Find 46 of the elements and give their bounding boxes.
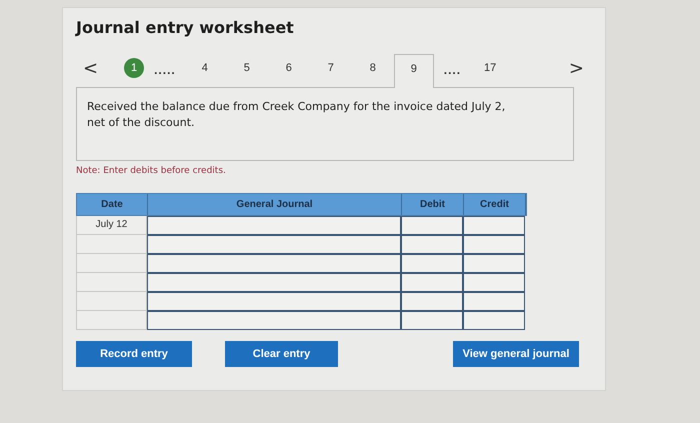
date-cell — [76, 273, 147, 292]
next-button[interactable]: > — [564, 58, 588, 79]
input-field[interactable] — [401, 235, 463, 254]
worksheet-title: Journal entry worksheet — [76, 18, 295, 39]
column-header: Debit — [402, 194, 464, 215]
input-field[interactable] — [401, 292, 463, 311]
ellipsis: ..... — [153, 63, 177, 79]
step-tab[interactable]: 4 — [184, 53, 226, 87]
step-tab[interactable]: 6 — [268, 53, 310, 87]
column-header: Date — [77, 194, 148, 215]
input-field[interactable] — [147, 254, 401, 273]
ellipsis: .... — [442, 63, 462, 79]
completed-step[interactable]: 1 — [124, 58, 144, 78]
input-field[interactable] — [147, 311, 401, 330]
action-button[interactable]: Clear entry — [225, 341, 338, 367]
date-cell — [76, 235, 147, 254]
step-tab[interactable]: 8 — [352, 53, 394, 87]
input-field[interactable] — [463, 235, 525, 254]
column-header: Credit — [464, 194, 526, 215]
column-header: General Journal — [148, 194, 402, 215]
date-cell — [76, 311, 147, 330]
step-tab[interactable]: 17 — [469, 53, 512, 87]
step-tab[interactable]: 9 — [394, 54, 434, 88]
description-text: Received the balance due from Creek Company for the invoice dated July 2, net of the discount. — [87, 99, 506, 131]
input-field[interactable] — [147, 273, 401, 292]
date-cell — [76, 254, 147, 273]
input-field[interactable] — [401, 311, 463, 330]
input-field[interactable] — [401, 273, 463, 292]
input-field[interactable] — [463, 273, 525, 292]
input-field[interactable] — [147, 292, 401, 311]
input-field[interactable] — [147, 216, 401, 235]
previous-button[interactable]: < — [79, 58, 102, 79]
action-button[interactable]: Record entry — [76, 341, 192, 367]
input-field[interactable] — [463, 292, 525, 311]
step-tab[interactable]: 5 — [226, 53, 268, 87]
action-button[interactable]: View general journal — [453, 341, 579, 367]
date-cell: July 12 — [76, 216, 147, 235]
input-field[interactable] — [463, 311, 525, 330]
input-field[interactable] — [401, 216, 463, 235]
note-text: Note: Enter debits before credits. — [76, 166, 227, 178]
date-cell — [76, 292, 147, 311]
input-field[interactable] — [463, 216, 525, 235]
input-field[interactable] — [147, 235, 401, 254]
input-field[interactable] — [401, 254, 463, 273]
step-tab[interactable]: 7 — [310, 53, 352, 87]
input-field[interactable] — [463, 254, 525, 273]
